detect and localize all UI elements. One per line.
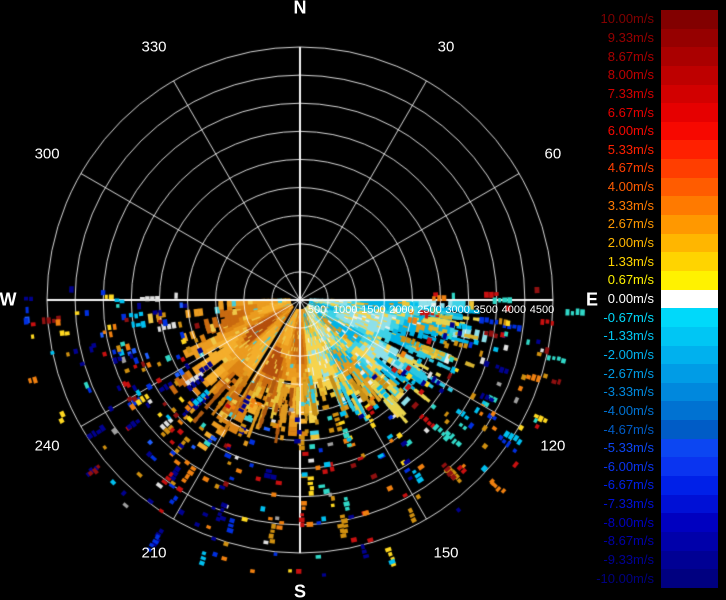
radar-display: N 30 60 E 120 150 S 210 240 W 300 330 500 1000 1500 20… xyxy=(0,0,726,600)
compass-label-W: W xyxy=(0,289,17,310)
colorbar-label: 6.00m/s xyxy=(607,123,654,139)
colorbar-label: 1.33m/s xyxy=(607,253,654,269)
colorbar-label: 2.00m/s xyxy=(607,235,654,251)
colorbar-label: 0.67m/s xyxy=(607,272,654,288)
compass-label-120: 120 xyxy=(540,437,566,455)
colorbar-label: -7.33m/s xyxy=(603,496,654,512)
range-tick-label: 2000 xyxy=(389,304,414,316)
colorbar-label: 10.00m/s xyxy=(600,11,654,27)
range-tick-label: 4500 xyxy=(529,304,555,316)
colorbar-label: -6.00m/s xyxy=(603,458,654,474)
colorbar-band xyxy=(661,382,718,402)
colorbar-band xyxy=(661,289,718,309)
colorbar-band xyxy=(661,513,718,532)
colorbar-label: -4.00m/s xyxy=(603,402,654,418)
range-tick-label: 2500 xyxy=(417,304,442,316)
colorbar-label: -5.33m/s xyxy=(603,440,654,456)
colorbar-band xyxy=(661,438,718,458)
colorbar-label: -1.33m/s xyxy=(603,328,654,344)
colorbar-label: -8.00m/s xyxy=(603,514,654,530)
colorbar-band xyxy=(661,420,718,439)
colorbar-label: 3.33m/s xyxy=(607,197,654,213)
colorbar-label: -8.67m/s xyxy=(603,533,654,549)
colorbar-label: -0.67m/s xyxy=(603,309,654,325)
colorbar-band xyxy=(661,233,718,253)
velocity-colorbar-labels: 10.00m/s 9.33m/s 8.67m/s 8.00m/s 7.33m/s 6.67… xyxy=(596,10,656,588)
compass-label-30: 30 xyxy=(437,38,455,56)
colorbar-band xyxy=(661,401,718,421)
range-tick-label: 500 xyxy=(307,304,327,316)
compass-label-210: 210 xyxy=(141,544,167,562)
colorbar-label: 9.33m/s xyxy=(607,29,654,45)
compass-label-330: 330 xyxy=(141,38,167,56)
colorbar-label: -3.33m/s xyxy=(603,384,654,400)
compass-label-60: 60 xyxy=(544,145,562,163)
colorbar-label: -6.67m/s xyxy=(603,477,654,493)
colorbar-label: -10.00m/s xyxy=(596,570,654,586)
compass-label-S: S xyxy=(293,581,307,600)
compass-label-N: N xyxy=(293,0,307,18)
colorbar-label: -2.67m/s xyxy=(603,365,654,381)
colorbar-label: 8.67m/s xyxy=(607,48,654,64)
colorbar-band xyxy=(661,177,718,197)
colorbar-band xyxy=(661,494,718,514)
colorbar-label: 8.00m/s xyxy=(607,67,654,83)
colorbar-band xyxy=(661,140,718,160)
colorbar-label: 5.33m/s xyxy=(607,141,654,157)
colorbar-band xyxy=(661,270,718,290)
range-tick-label: 3000 xyxy=(445,304,470,316)
colorbar-label: 4.00m/s xyxy=(607,179,654,195)
colorbar-band xyxy=(661,326,718,346)
colorbar-band xyxy=(661,47,718,66)
colorbar-band xyxy=(661,196,718,216)
compass-label-150: 150 xyxy=(433,544,459,562)
colorbar-band xyxy=(661,364,718,383)
range-tick-label: 3500 xyxy=(473,304,499,316)
colorbar-label: -9.33m/s xyxy=(603,552,654,568)
colorbar-band xyxy=(661,159,718,178)
colorbar-band xyxy=(661,10,718,29)
compass-label-300: 300 xyxy=(34,145,60,163)
colorbar-band xyxy=(661,65,718,85)
range-tick-label: 1500 xyxy=(361,304,386,316)
colorbar-label: -2.00m/s xyxy=(603,346,654,362)
colorbar-band xyxy=(661,550,718,570)
colorbar-band xyxy=(661,476,718,495)
colorbar-band xyxy=(661,84,718,104)
colorbar-label: 0.00m/s xyxy=(607,291,654,306)
colorbar-band xyxy=(661,531,718,551)
colorbar-band xyxy=(661,345,718,365)
colorbar-band xyxy=(661,308,718,327)
colorbar-label: 2.67m/s xyxy=(607,216,654,232)
colorbar-label: 6.67m/s xyxy=(607,104,654,120)
colorbar-label: 4.67m/s xyxy=(607,160,654,176)
range-tick-label: 1000 xyxy=(332,304,358,316)
colorbar-band xyxy=(661,103,718,122)
colorbar-band xyxy=(661,457,718,477)
colorbar-band xyxy=(661,28,718,48)
compass-label-240: 240 xyxy=(34,437,60,455)
colorbar-band xyxy=(661,569,718,588)
velocity-colorbar xyxy=(661,10,718,588)
colorbar-label: 7.33m/s xyxy=(607,85,654,101)
colorbar-label: -4.67m/s xyxy=(603,421,654,437)
colorbar-band xyxy=(661,215,718,234)
colorbar-band xyxy=(661,121,718,141)
colorbar-band xyxy=(661,252,718,271)
range-tick-label: 4000 xyxy=(501,304,527,316)
